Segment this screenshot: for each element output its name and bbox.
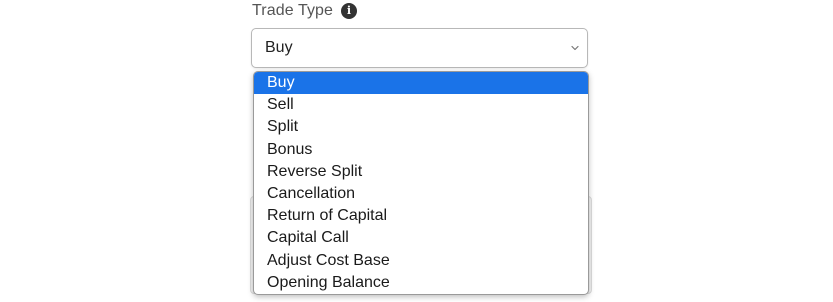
option-sell[interactable]: Sell (254, 94, 588, 116)
trade-type-label-text: Trade Type (252, 2, 334, 19)
option-reverse-split[interactable]: Reverse Split (254, 161, 588, 183)
chevron-down-icon (571, 45, 579, 51)
option-capital-call[interactable]: Capital Call (254, 227, 588, 249)
trade-type-label: Trade Type i (252, 0, 358, 22)
option-adjust-cost-base[interactable]: Adjust Cost Base (254, 250, 588, 272)
option-return-of-capital[interactable]: Return of Capital (254, 205, 588, 227)
option-cancellation[interactable]: Cancellation (254, 183, 588, 205)
option-bonus[interactable]: Bonus (254, 139, 588, 161)
trade-type-options-list: Buy Sell Split Bonus Reverse Split Cance… (253, 71, 589, 295)
trade-type-select-value: Buy (265, 39, 293, 56)
trade-type-select[interactable]: Buy (251, 28, 588, 68)
option-opening-balance[interactable]: Opening Balance (254, 272, 588, 294)
option-buy[interactable]: Buy (254, 72, 588, 95)
option-split[interactable]: Split (254, 116, 588, 138)
info-circle-icon[interactable]: i (341, 3, 358, 19)
